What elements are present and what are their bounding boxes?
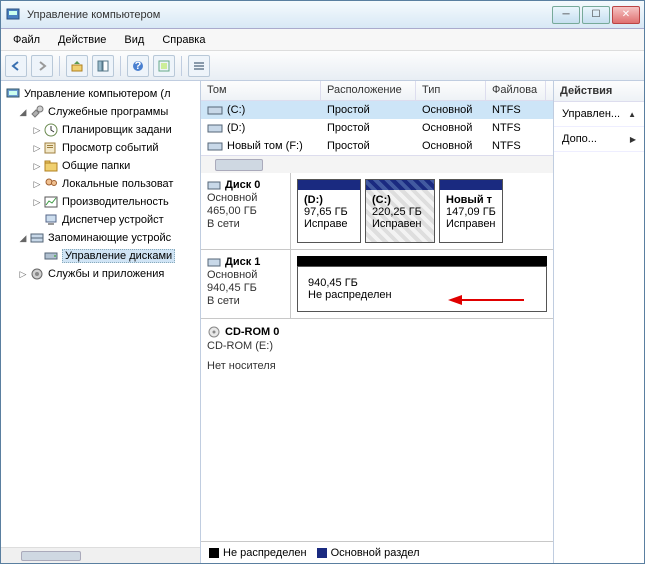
app-window: Управление компьютером ─ ☐ ✕ Файл Действ… bbox=[0, 0, 645, 564]
menu-file[interactable]: Файл bbox=[5, 32, 48, 48]
disk-0-row: Диск 0 Основной 465,00 ГБ В сети (D:)97,… bbox=[201, 173, 553, 250]
volume-row[interactable]: (D:) Простой Основной NTFS bbox=[201, 119, 553, 137]
tree-shared-folders[interactable]: ▷ Общие папки bbox=[3, 157, 198, 175]
help-button[interactable]: ? bbox=[127, 55, 149, 77]
tree-system-tools[interactable]: ◢ Служебные программы bbox=[3, 103, 198, 121]
clock-icon bbox=[43, 122, 59, 138]
cdrom-info[interactable]: CD-ROM 0 CD-ROM (E:) Нет носителя bbox=[201, 319, 553, 378]
legend: Не распределен Основной раздел bbox=[201, 541, 553, 563]
actions-pane: Действия Управлен...▲ Допо...▶ bbox=[554, 81, 644, 563]
menu-action[interactable]: Действие bbox=[50, 32, 114, 48]
menu-bar: Файл Действие Вид Справка bbox=[1, 29, 644, 51]
col-layout[interactable]: Расположение bbox=[321, 81, 416, 100]
volume-hscrollbar[interactable] bbox=[201, 155, 553, 173]
disk-icon bbox=[207, 179, 221, 191]
partition-d[interactable]: (D:)97,65 ГБИсправе bbox=[297, 179, 361, 243]
window-title: Управление компьютером bbox=[27, 9, 552, 21]
menu-view[interactable]: Вид bbox=[116, 32, 152, 48]
tree-task-scheduler[interactable]: ▷ Планировщик задани bbox=[3, 121, 198, 139]
expand-icon[interactable]: ▷ bbox=[31, 143, 43, 154]
expand-triangle-icon: ▶ bbox=[630, 135, 636, 144]
device-manager-icon bbox=[43, 212, 59, 228]
disk-map: Диск 0 Основной 465,00 ГБ В сети (D:)97,… bbox=[201, 173, 553, 541]
volume-row[interactable]: Новый том (F:) Простой Основной NTFS bbox=[201, 137, 553, 155]
drive-icon bbox=[207, 104, 223, 116]
tree-event-viewer[interactable]: ▷ Просмотр событий bbox=[3, 139, 198, 157]
refresh-button[interactable] bbox=[153, 55, 175, 77]
unallocated-bar bbox=[297, 256, 547, 266]
disk-1-info[interactable]: Диск 1 Основной 940,45 ГБ В сети bbox=[201, 250, 291, 318]
disk-0-info[interactable]: Диск 0 Основной 465,00 ГБ В сети bbox=[201, 173, 291, 249]
collapse-icon[interactable]: ◢ bbox=[17, 233, 29, 244]
tree-services-apps[interactable]: ▷ Службы и приложения bbox=[3, 265, 198, 283]
volume-list-header: Том Расположение Тип Файлова bbox=[201, 81, 553, 101]
up-button[interactable] bbox=[66, 55, 88, 77]
forward-button[interactable] bbox=[31, 55, 53, 77]
list-view-button[interactable] bbox=[188, 55, 210, 77]
drive-icon bbox=[207, 122, 223, 134]
actions-manage[interactable]: Управлен...▲ bbox=[554, 102, 644, 127]
legend-swatch-unallocated bbox=[209, 548, 219, 558]
tree-root[interactable]: Управление компьютером (л bbox=[3, 85, 198, 103]
menu-help[interactable]: Справка bbox=[154, 32, 213, 48]
volume-row[interactable]: (C:) Простой Основной NTFS bbox=[201, 101, 553, 119]
cdrom-icon bbox=[207, 325, 221, 339]
disk-icon bbox=[207, 256, 221, 268]
partition-new[interactable]: Новый т147,09 ГБИсправен bbox=[439, 179, 503, 243]
event-log-icon bbox=[43, 140, 59, 156]
wrench-icon bbox=[29, 104, 45, 120]
tree-pane: Управление компьютером (л ◢ Служебные пр… bbox=[1, 81, 201, 563]
col-volume[interactable]: Том bbox=[201, 81, 321, 100]
collapse-icon[interactable]: ◢ bbox=[17, 107, 29, 118]
expand-icon[interactable]: ▷ bbox=[31, 125, 43, 136]
unallocated-space[interactable]: 940,45 ГБ Не распределен bbox=[297, 266, 547, 312]
performance-icon bbox=[43, 194, 59, 210]
col-filesystem[interactable]: Файлова bbox=[486, 81, 546, 100]
main-pane: Том Расположение Тип Файлова (C:) Просто… bbox=[201, 81, 554, 563]
maximize-button[interactable]: ☐ bbox=[582, 6, 610, 24]
back-button[interactable] bbox=[5, 55, 27, 77]
close-button[interactable]: ✕ bbox=[612, 6, 640, 24]
collapse-triangle-icon: ▲ bbox=[628, 110, 636, 119]
legend-swatch-primary bbox=[317, 548, 327, 558]
content-area: Управление компьютером (л ◢ Служебные пр… bbox=[1, 81, 644, 563]
app-icon bbox=[5, 7, 21, 23]
tree-device-manager[interactable]: Диспетчер устройст bbox=[3, 211, 198, 229]
folder-share-icon bbox=[43, 158, 59, 174]
actions-more[interactable]: Допо...▶ bbox=[554, 127, 644, 152]
disk-1-row: Диск 1 Основной 940,45 ГБ В сети 940,45 … bbox=[201, 250, 553, 319]
tree-local-users[interactable]: ▷ Локальные пользоват bbox=[3, 175, 198, 193]
expand-icon[interactable]: ▷ bbox=[31, 179, 43, 190]
svg-text:?: ? bbox=[135, 60, 142, 72]
computer-icon bbox=[5, 86, 21, 102]
storage-icon bbox=[29, 230, 45, 246]
show-hide-tree-button[interactable] bbox=[92, 55, 114, 77]
expand-icon[interactable]: ▷ bbox=[31, 161, 43, 172]
tree-storage[interactable]: ◢ Запоминающие устройс bbox=[3, 229, 198, 247]
volume-list: (C:) Простой Основной NTFS (D:) Простой … bbox=[201, 101, 553, 155]
partition-c[interactable]: (C:)220,25 ГБИсправен bbox=[365, 179, 435, 243]
users-icon bbox=[43, 176, 59, 192]
tree-performance[interactable]: ▷ Производительность bbox=[3, 193, 198, 211]
minimize-button[interactable]: ─ bbox=[552, 6, 580, 24]
annotation-arrow-icon bbox=[446, 291, 526, 309]
services-icon bbox=[29, 266, 45, 282]
toolbar: ? bbox=[1, 51, 644, 81]
tree-hscrollbar[interactable] bbox=[1, 547, 200, 563]
expand-icon[interactable]: ▷ bbox=[17, 269, 29, 280]
cdrom-row: CD-ROM 0 CD-ROM (E:) Нет носителя bbox=[201, 319, 553, 378]
title-bar: Управление компьютером ─ ☐ ✕ bbox=[1, 1, 644, 29]
drive-icon bbox=[207, 140, 223, 152]
tree-disk-management[interactable]: Управление дисками bbox=[3, 247, 198, 265]
expand-icon[interactable]: ▷ bbox=[31, 197, 43, 208]
actions-header: Действия bbox=[554, 81, 644, 102]
disk-mgmt-icon bbox=[43, 248, 59, 264]
col-type[interactable]: Тип bbox=[416, 81, 486, 100]
